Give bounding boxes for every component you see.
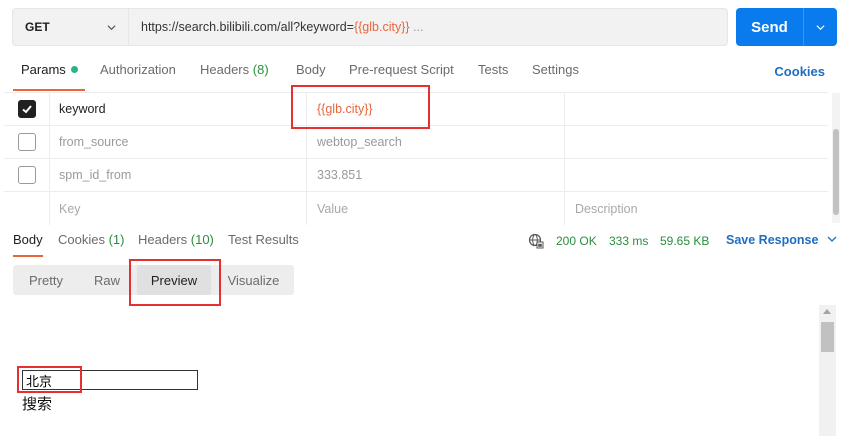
tab-test-results[interactable]: Test Results	[228, 232, 299, 247]
cookies-link[interactable]: Cookies	[774, 64, 825, 79]
tab-response-headers[interactable]: Headers (10)	[138, 232, 214, 247]
table-row: spm_id_from 333.851	[4, 159, 828, 192]
check-icon	[21, 105, 32, 114]
active-response-tab-underline	[13, 255, 43, 257]
save-response-label: Save Response	[726, 233, 819, 247]
chevron-down-icon	[816, 24, 825, 30]
param-key[interactable]: keyword	[50, 93, 307, 125]
send-options-button[interactable]	[804, 8, 837, 46]
param-description[interactable]	[565, 93, 828, 125]
view-pretty[interactable]: Pretty	[13, 265, 79, 295]
tab-headers-label: Headers	[200, 62, 250, 77]
tab-body[interactable]: Body	[296, 62, 326, 77]
tab-response-body[interactable]: Body	[13, 232, 43, 247]
active-tab-underline	[13, 89, 85, 91]
param-description[interactable]	[565, 126, 828, 158]
method-select[interactable]: GET	[13, 9, 129, 45]
param-value[interactable]: 333.851	[307, 159, 565, 191]
table-row: from_source webtop_search	[4, 126, 828, 159]
view-raw[interactable]: Raw	[79, 265, 135, 295]
tab-resp-headers-count: (10)	[190, 232, 214, 247]
request-tabs: Params Authorization Headers (8) Body Pr…	[0, 56, 855, 91]
param-checkbox[interactable]	[17, 133, 36, 151]
table-row: keyword {{glb.city}}	[4, 93, 828, 126]
view-mode-selector: Pretty Raw Preview Visualize	[13, 265, 294, 295]
chevron-down-icon	[827, 236, 837, 242]
param-checkbox[interactable]	[17, 166, 36, 184]
status-code[interactable]: 200 OK	[556, 234, 597, 248]
param-key[interactable]: from_source	[50, 126, 307, 158]
send-button-group: Send	[736, 8, 837, 46]
url-variable: {{glb.city}}	[353, 20, 410, 34]
tab-cookies-label: Cookies	[58, 232, 105, 247]
param-description[interactable]	[565, 159, 828, 191]
tab-response-cookies[interactable]: Cookies (1)	[58, 232, 124, 247]
response-size[interactable]: 59.65 KB	[660, 234, 709, 248]
tab-tests[interactable]: Tests	[478, 62, 508, 77]
response-tabs: Body Cookies (1) Headers (10) Test Resul…	[0, 226, 855, 258]
tab-cookies-count: (1)	[108, 232, 125, 247]
param-checkbox[interactable]	[17, 100, 36, 118]
table-row-new: Key Value Description	[4, 192, 828, 225]
globe-network-icon[interactable]	[528, 233, 544, 249]
tab-headers[interactable]: Headers (8)	[200, 62, 269, 77]
preview-scrollbar[interactable]	[819, 305, 836, 436]
new-value-input[interactable]: Value	[307, 192, 565, 225]
send-button[interactable]: Send	[736, 8, 804, 46]
request-bar: GET https://search.bilibili.com/all?keyw…	[12, 8, 728, 46]
tab-pre-request-script[interactable]: Pre-request Script	[349, 62, 454, 77]
params-indicator-dot	[70, 66, 78, 73]
tab-settings[interactable]: Settings	[532, 62, 579, 77]
tab-params-label: Params	[21, 62, 66, 77]
new-description-input[interactable]: Description	[565, 192, 828, 225]
new-key-input[interactable]: Key	[50, 192, 307, 225]
tab-headers-count: (8)	[252, 62, 269, 77]
chevron-down-icon	[107, 24, 116, 30]
url-base: https://search.bilibili.com/all?keyword=	[141, 20, 354, 34]
param-key[interactable]: spm_id_from	[50, 159, 307, 191]
preview-search-text[interactable]: 搜索	[22, 393, 52, 414]
tab-resp-headers-label: Headers	[138, 232, 188, 247]
preview-search-input[interactable]: 北京	[22, 370, 198, 390]
tab-authorization[interactable]: Authorization	[100, 62, 176, 77]
method-label: GET	[25, 20, 50, 34]
response-time[interactable]: 333 ms	[609, 234, 648, 248]
save-response-button[interactable]: Save Response	[726, 233, 837, 247]
param-value[interactable]: webtop_search	[307, 126, 565, 158]
url-input[interactable]: https://search.bilibili.com/all?keyword=…	[129, 20, 423, 34]
tab-params[interactable]: Params	[21, 62, 78, 77]
param-value[interactable]: {{glb.city}}	[307, 93, 565, 125]
params-table: keyword {{glb.city}} from_source webtop_…	[4, 92, 828, 225]
view-visualize[interactable]: Visualize	[213, 265, 294, 295]
view-preview[interactable]: Preview	[137, 265, 211, 295]
params-scrollbar[interactable]	[832, 93, 840, 223]
url-ellipsis: ...	[409, 20, 424, 34]
